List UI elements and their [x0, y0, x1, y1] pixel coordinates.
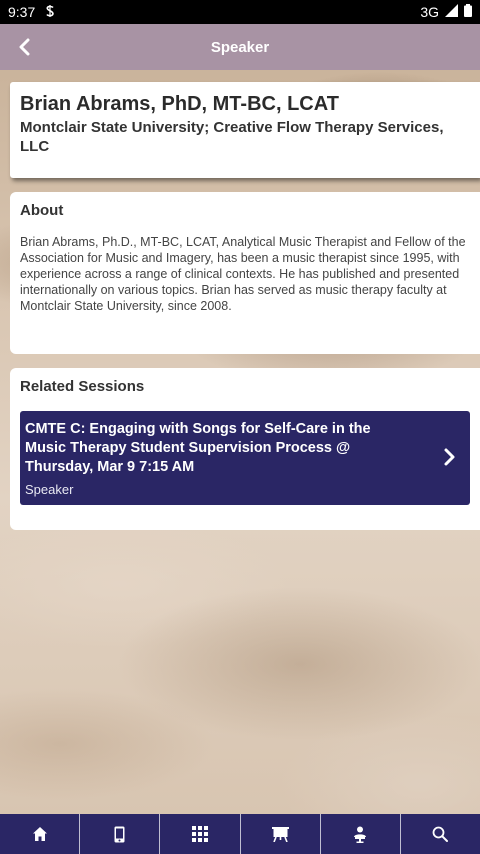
session-item[interactable]: CMTE C: Engaging with Songs for Self-Car…	[20, 411, 470, 505]
related-sessions-card: Related Sessions CMTE C: Engaging with S…	[10, 368, 480, 530]
about-card: About Brian Abrams, Ph.D., MT-BC, LCAT, …	[10, 192, 480, 354]
speaker-icon	[354, 826, 367, 843]
nav-sessions[interactable]	[241, 814, 321, 854]
signal-icon	[445, 4, 458, 20]
about-text: Brian Abrams, Ph.D., MT-BC, LCAT, Analyt…	[20, 235, 466, 313]
nav-grid[interactable]	[160, 814, 241, 854]
home-icon	[32, 827, 47, 841]
speaker-name: Brian Abrams, PhD, MT-BC, LCAT	[20, 93, 339, 115]
status-time: 9:37	[8, 4, 36, 20]
network-label: 3G	[420, 4, 439, 20]
chevron-left-icon	[19, 38, 30, 56]
speaker-card: Brian Abrams, PhD, MT-BC, LCAT Montclair…	[10, 82, 480, 178]
session-role: Speaker	[25, 482, 74, 497]
status-bar: 9:37 3G	[0, 0, 480, 24]
mobile-icon	[114, 826, 125, 842]
related-sessions-title: Related Sessions	[20, 378, 145, 395]
nav-mobile[interactable]	[80, 814, 161, 854]
back-button[interactable]	[8, 31, 40, 63]
battery-icon	[464, 4, 472, 20]
session-title: CMTE C: Engaging with Songs for Self-Car…	[25, 421, 371, 475]
app-header: Speaker	[0, 24, 480, 70]
page-title: Speaker	[210, 38, 270, 56]
bottom-nav	[0, 814, 480, 854]
search-icon	[433, 826, 449, 842]
sim-icon	[45, 4, 55, 20]
about-title: About	[20, 202, 64, 219]
nav-search[interactable]	[401, 814, 480, 854]
presentation-icon	[271, 827, 289, 842]
nav-speakers[interactable]	[321, 814, 401, 854]
grid-icon	[191, 826, 208, 842]
chevron-right-icon	[444, 448, 455, 466]
nav-home[interactable]	[0, 814, 81, 854]
speaker-affiliation: Montclair State University; Creative Flo…	[20, 119, 444, 155]
